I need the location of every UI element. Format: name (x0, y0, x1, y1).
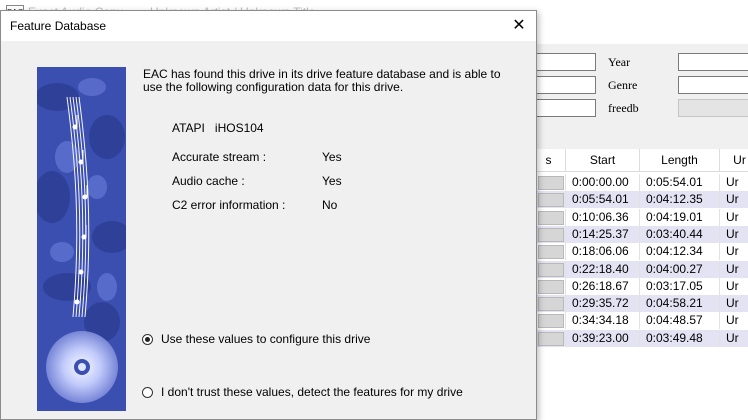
option-use-values-label: Use these values to configure this drive (161, 332, 371, 346)
status-bar (538, 227, 564, 242)
option-detect-features-label: I don't trust these values, detect the f… (161, 385, 463, 399)
table-row[interactable]: 0:00:00.00 0:05:54.01 Ur (532, 174, 748, 191)
start-cell: 0:05:54.01 (566, 191, 640, 209)
status-bar (538, 314, 564, 329)
start-cell: 0:22:18.40 (566, 260, 640, 278)
extra-cell: Ur (720, 174, 748, 191)
start-cell: 0:18:06.06 (566, 243, 640, 261)
eac-banner-image (37, 67, 126, 411)
status-bar (538, 176, 564, 190)
feature-label-c2-error: C2 error information : (172, 198, 286, 212)
column-header-length[interactable]: Length (640, 149, 720, 172)
radio-use-values[interactable] (142, 333, 153, 345)
status-bar (538, 279, 564, 294)
start-cell: 0:29:35.72 (566, 295, 640, 313)
dialog-title: Feature Database (10, 19, 107, 33)
feature-value-audio-cache: Yes (322, 174, 342, 188)
close-button[interactable]: ✕ (502, 11, 536, 41)
option-use-values[interactable]: Use these values to configure this drive (142, 331, 370, 347)
length-cell: 0:03:49.48 (640, 329, 720, 347)
extra-cell: Ur (720, 295, 748, 312)
table-row[interactable]: 0:18:06.06 0:04:12.34 Ur (532, 243, 748, 261)
table-row[interactable]: 0:10:06.36 0:04:19.01 Ur (532, 208, 748, 226)
extra-cell: Ur (720, 191, 748, 208)
length-cell: 0:04:19.01 (640, 208, 720, 226)
length-cell: 0:04:12.34 (640, 243, 720, 261)
length-cell: 0:04:12.35 (640, 191, 720, 209)
extra-cell: Ur (720, 312, 748, 329)
length-cell: 0:04:48.57 (640, 312, 720, 330)
year-field[interactable] (678, 53, 748, 71)
status-cell (532, 208, 566, 226)
start-cell: 0:00:00.00 (566, 174, 640, 191)
length-cell: 0:04:58.21 (640, 295, 720, 313)
length-cell: 0:03:40.44 (640, 225, 720, 243)
column-header-start[interactable]: Start (566, 149, 640, 172)
status-cell (532, 243, 566, 261)
freedb-field (678, 99, 748, 117)
table-row[interactable]: 0:34:34.18 0:04:48.57 Ur (532, 312, 748, 330)
column-header-status[interactable]: s (532, 149, 566, 172)
start-cell: 0:34:34.18 (566, 312, 640, 330)
column-header-extra[interactable]: Ur (720, 149, 748, 172)
intro-text: EAC has found this drive in its drive fe… (143, 67, 501, 94)
composer-field[interactable] (532, 99, 596, 117)
length-cell: 0:03:17.05 (640, 277, 720, 295)
status-cell (532, 260, 566, 278)
table-row[interactable]: 0:26:18.67 0:03:17.05 Ur (532, 277, 748, 295)
table-row[interactable]: 0:29:35.72 0:04:58.21 Ur (532, 295, 748, 313)
start-cell: 0:39:23.00 (566, 329, 640, 347)
extra-cell: Ur (720, 243, 748, 260)
genre-label: Genre (608, 78, 638, 92)
length-cell: 0:04:00.27 (640, 260, 720, 278)
radio-detect-features[interactable] (142, 386, 153, 398)
cd-metadata-panel: Year Genre freedb (532, 44, 748, 154)
title-field[interactable] (532, 53, 596, 71)
extra-cell: Ur (720, 209, 748, 226)
dialog-titlebar: Feature Database ✕ (1, 11, 536, 41)
table-row[interactable]: 0:39:23.00 0:03:49.48 Ur (532, 329, 748, 347)
extra-cell: Ur (720, 261, 748, 278)
status-cell (532, 174, 566, 191)
status-bar (538, 210, 564, 225)
status-bar (538, 262, 564, 277)
status-cell (532, 277, 566, 295)
status-cell (532, 312, 566, 330)
status-bar (538, 331, 564, 346)
status-cell (532, 295, 566, 313)
feature-database-dialog: Feature Database ✕ EAC has found this dr… (0, 10, 537, 420)
status-bar (538, 245, 564, 260)
table-row[interactable]: 0:22:18.40 0:04:00.27 Ur (532, 260, 748, 278)
freedb-label: freedb (608, 101, 639, 115)
table-row[interactable]: 0:14:25.37 0:03:40.44 Ur (532, 225, 748, 243)
feature-label-accurate-stream: Accurate stream : (172, 150, 267, 164)
option-detect-features[interactable]: I don't trust these values, detect the f… (142, 384, 463, 400)
status-bar (538, 297, 564, 312)
artist-field[interactable] (532, 76, 596, 94)
status-cell (532, 225, 566, 243)
start-cell: 0:14:25.37 (566, 225, 640, 243)
start-cell: 0:10:06.36 (566, 208, 640, 226)
extra-cell: Ur (720, 278, 748, 295)
status-bar (538, 193, 564, 208)
year-label: Year (608, 55, 631, 69)
status-cell (532, 329, 566, 347)
genre-field[interactable] (678, 76, 748, 94)
length-cell: 0:05:54.01 (640, 174, 720, 191)
track-table: s Start Length Ur 0:00:00.00 0:05:54.01 Ur… (532, 149, 748, 420)
feature-label-audio-cache: Audio cache : (172, 174, 245, 188)
extra-cell: Ur (720, 330, 748, 347)
feature-value-accurate-stream: Yes (322, 150, 342, 164)
extra-cell: Ur (720, 226, 748, 243)
feature-value-c2-error: No (322, 198, 338, 212)
start-cell: 0:26:18.67 (566, 277, 640, 295)
table-row[interactable]: 0:05:54.01 0:04:12.35 Ur (532, 191, 748, 209)
close-icon: ✕ (512, 17, 526, 34)
drive-name: ATAPI iHOS104 (172, 121, 264, 135)
status-cell (532, 191, 566, 209)
